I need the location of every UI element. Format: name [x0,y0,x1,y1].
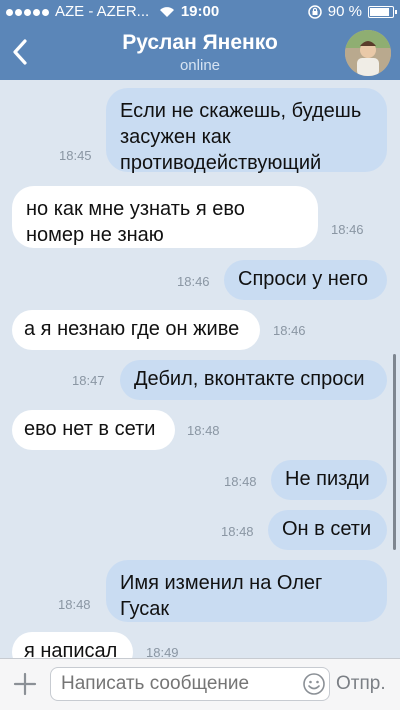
message-bubble[interactable]: Он в сети [268,510,387,550]
status-bar: AZE - AZER... 19:00 90 % [0,0,400,24]
message-time: 18:45 [59,148,92,163]
message-outgoing: 18:46 Спроси у него [0,254,400,304]
battery-level-fill [370,8,389,16]
message-bubble[interactable]: а я незнаю где он живе [12,310,260,350]
back-button[interactable] [6,32,34,72]
message-list[interactable]: 18:45 Если не скажешь, будешь засужен ка… [0,80,400,658]
message-outgoing: 18:47 Дебил, вконтакте спроси [0,356,400,406]
scroll-indicator[interactable] [393,354,396,550]
message-incoming: а я незнаю где он живе 18:46 [0,306,400,356]
battery-percent: 90 % [327,3,362,20]
chevron-left-icon [13,39,27,65]
message-time: 18:49 [146,645,179,658]
message-bubble[interactable]: Имя изменил на Олег Гусак [106,560,387,622]
message-time: 18:48 [58,597,91,612]
message-incoming: ево нет в сети 18:48 [0,406,400,456]
message-bubble[interactable]: Не пизди [271,460,387,500]
message-time: 18:48 [224,474,257,489]
message-outgoing: 18:48 Имя изменил на Олег Гусак [0,556,400,628]
message-time: 18:48 [187,423,220,438]
message-bubble[interactable]: ево нет в сети [12,410,175,450]
status-right: 90 % [308,0,397,24]
message-bubble[interactable]: Спроси у него [224,260,387,300]
message-bubble[interactable]: Если не скажешь, будешь засужен как прот… [106,88,387,174]
message-time: 18:46 [331,222,364,237]
message-bubble[interactable]: но как мне узнать я ево номер не знаю [12,186,318,248]
emoji-icon[interactable] [302,672,326,696]
message-bubble[interactable]: Дебил, вконтакте спроси [120,360,387,400]
message-time: 18:46 [177,274,210,289]
avatar[interactable] [345,30,391,76]
message-incoming: я написал 18:49 [0,628,400,658]
rotation-lock-icon [308,5,322,19]
message-time: 18:46 [273,323,306,338]
message-outgoing: 18:48 Он в сети [0,504,400,554]
contact-status: online [179,57,221,74]
attach-plus-icon[interactable] [12,671,38,697]
navigation-header: AZE - AZER... 19:00 90 % Руслан Яненко o… [0,0,400,80]
message-incoming: но как мне узнать я ево номер не знаю 18… [0,180,400,252]
message-outgoing: 18:48 Не пизди [0,454,400,504]
message-input[interactable] [50,667,330,701]
message-composer: Отпр. [0,658,400,710]
message-bubble[interactable]: я написал [12,632,133,658]
message-time: 18:48 [221,524,254,539]
send-button[interactable]: Отпр. [336,673,386,695]
conversation-title: Руслан Яненко online [60,30,340,76]
avatar-image [345,30,391,76]
message-outgoing: 18:45 Если не скажешь, будешь засужен ка… [0,80,400,178]
message-time: 18:47 [72,373,105,388]
contact-name: Руслан Яненко [122,31,278,54]
battery-icon [368,6,397,18]
